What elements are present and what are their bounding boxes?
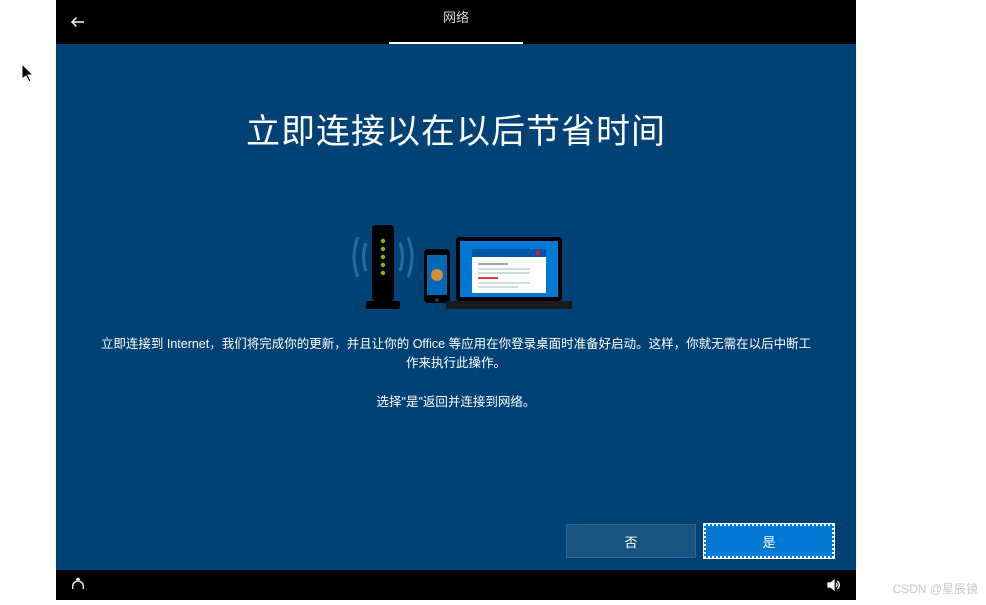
speaker-icon bbox=[826, 577, 842, 593]
button-row: 否 是 bbox=[566, 524, 834, 558]
yes-button[interactable]: 是 bbox=[704, 524, 834, 558]
back-button[interactable] bbox=[56, 0, 100, 44]
network-illustration bbox=[336, 207, 576, 317]
accessibility-icon bbox=[70, 577, 86, 593]
ease-of-access-button[interactable] bbox=[66, 573, 90, 597]
oobe-setup-window: 网络 立即连接以在以后节省时间 bbox=[56, 0, 856, 600]
tab-network-label: 网络 bbox=[443, 7, 469, 26]
titlebar: 网络 bbox=[56, 0, 856, 44]
no-button-label: 否 bbox=[624, 532, 637, 551]
content-area: 立即连接以在以后节省时间 bbox=[56, 44, 856, 570]
no-button[interactable]: 否 bbox=[566, 524, 696, 558]
arrow-left-icon bbox=[69, 13, 87, 31]
watermark-text: CSDN @星辰镜 bbox=[892, 580, 978, 597]
mouse-cursor-icon bbox=[22, 64, 36, 84]
description-text-2: 选择"是"返回并连接到网络。 bbox=[377, 391, 536, 410]
bottom-toolbar bbox=[56, 570, 856, 600]
yes-button-label: 是 bbox=[762, 532, 775, 551]
page-title: 立即连接以在以后节省时间 bbox=[246, 104, 666, 153]
tab-network[interactable]: 网络 bbox=[389, 0, 523, 44]
volume-button[interactable] bbox=[822, 573, 846, 597]
description-text-1: 立即连接到 Internet，我们将完成你的更新，并且让你的 Office 等应… bbox=[56, 335, 856, 373]
